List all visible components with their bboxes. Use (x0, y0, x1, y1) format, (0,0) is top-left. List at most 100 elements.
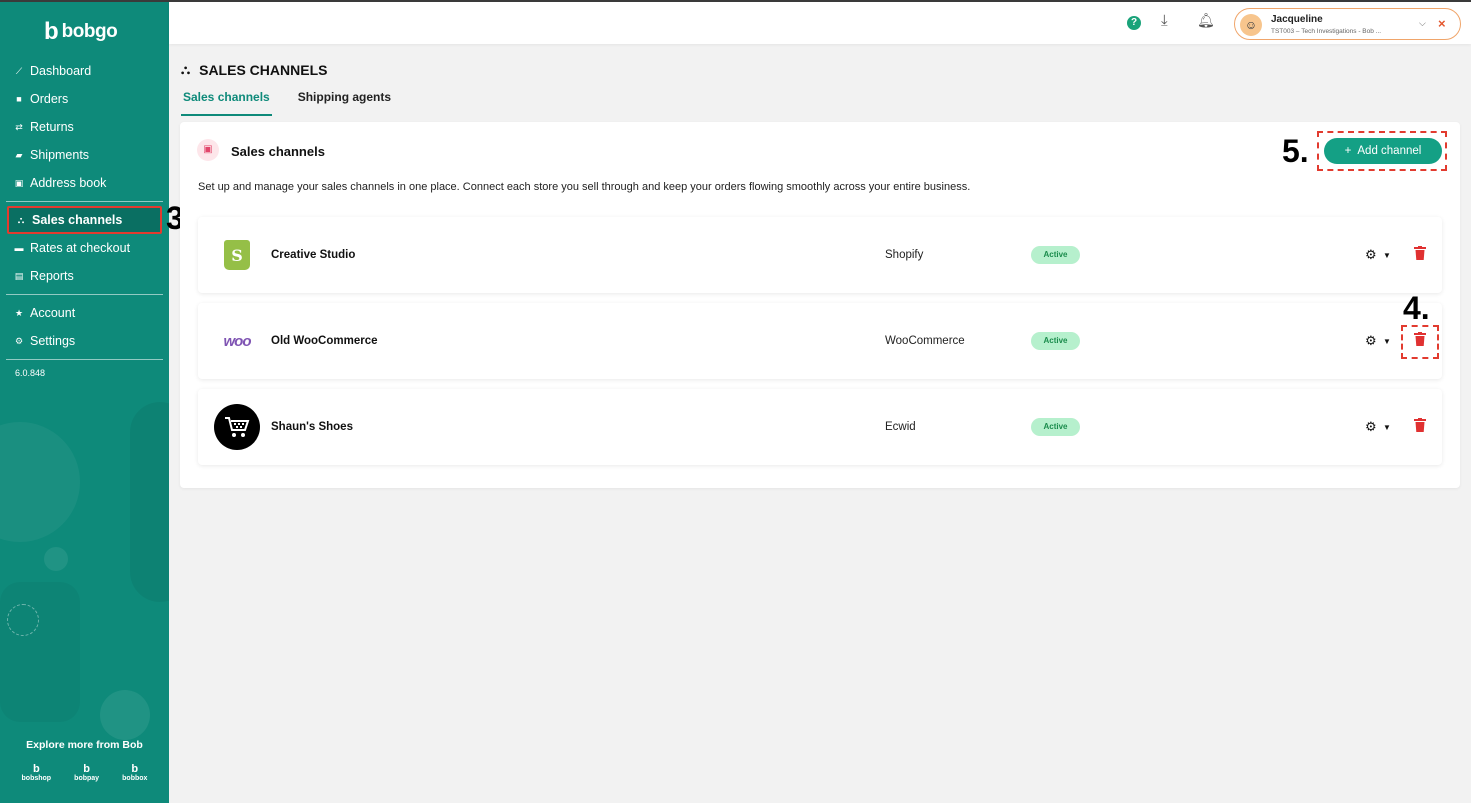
cart-icon: ▬ (14, 243, 24, 253)
channel-row: S Creative Studio Shopify Active ⚙ ▼ (198, 217, 1442, 293)
sidebar-item-label: Shipments (30, 148, 90, 162)
document-icon: ▤ (14, 270, 24, 281)
sales-channels-card: ▣ Sales channels Set up and manage your … (180, 122, 1460, 488)
avatar: ☺ (1240, 14, 1262, 36)
shopify-bag-icon: S (224, 240, 250, 270)
channel-platform: Shopify (885, 249, 924, 261)
channel-name: Shaun's Shoes (271, 421, 353, 433)
add-channel-button[interactable]: + Add channel (1324, 138, 1442, 164)
caret-down-icon[interactable]: ▼ (1383, 423, 1391, 432)
sidebar-item-orders[interactable]: ■ Orders (0, 85, 169, 113)
ecwid-cart-icon (214, 404, 260, 450)
status-badge: Active (1031, 418, 1080, 436)
sidebar-item-label: Address book (30, 176, 107, 190)
sidebar-item-label: Returns (30, 120, 74, 134)
bobgo-logo-mark: b (44, 18, 59, 45)
status-badge: Active (1031, 332, 1080, 350)
trash-icon[interactable] (1414, 418, 1426, 432)
bell-icon[interactable]: 🔔︎ (1197, 12, 1215, 29)
decorative-shape (0, 582, 80, 722)
sitemap-icon: ⛬ (17, 214, 25, 225)
chart-line-icon: ⟋ (15, 65, 23, 76)
sidebar-item-label: Account (30, 306, 76, 320)
sidebar-item-shipments[interactable]: ▰ Shipments (0, 141, 169, 169)
add-channel-label: Add channel (1357, 145, 1422, 157)
chevron-down-icon[interactable]: ⌵ (1419, 18, 1426, 29)
bobshop-link[interactable]: b bobshop (21, 763, 52, 783)
card-title: Sales channels (231, 144, 325, 159)
sidebar-item-label: Reports (30, 269, 74, 283)
ecwid-logo (214, 404, 260, 450)
truck-icon: ▰ (15, 149, 23, 160)
gear-icon[interactable]: ⚙ (1365, 333, 1377, 349)
sidebar-item-sales-channels[interactable]: ⛬ Sales channels (7, 206, 162, 234)
shopify-logo: S (214, 232, 260, 278)
brand-links: b bobshop b bobpay b bobbox (0, 763, 169, 783)
sitemap-icon: ⛬ (181, 62, 191, 77)
caret-down-icon[interactable]: ▼ (1383, 251, 1391, 260)
decorative-circle (100, 690, 150, 740)
sidebar-item-label: Orders (30, 92, 69, 106)
brand-label: bobpay (74, 775, 100, 782)
sidebar-item-rates-at-checkout[interactable]: ▬ Rates at checkout (0, 234, 169, 262)
plus-icon: + (1344, 145, 1352, 157)
sidebar-divider (6, 294, 163, 295)
gear-icon[interactable]: ⚙ (1365, 247, 1377, 263)
channel-platform: Ecwid (885, 421, 916, 433)
decorative-shape (130, 402, 169, 602)
sidebar-divider (6, 201, 163, 202)
sidebar-item-label: Sales channels (32, 213, 123, 227)
bobbox-link[interactable]: b bobbox (122, 764, 148, 783)
user-menu[interactable]: ☺ Jacqueline TST003 – Tech Investigation… (1234, 8, 1461, 40)
annotation-step-5: 5. (1282, 133, 1309, 169)
bobpay-link[interactable]: b bobpay (74, 763, 100, 783)
gear-icon[interactable]: ⚙ (1365, 419, 1377, 435)
sidebar-item-label: Settings (30, 334, 76, 348)
decorative-circle (0, 422, 80, 542)
tab-bar: Sales channels Shipping agents (181, 90, 417, 116)
brand-label: bobbox (122, 775, 148, 782)
status-badge: Active (1031, 246, 1080, 264)
tab-sales-channels[interactable]: Sales channels (181, 90, 272, 116)
bob-logo-mark: b (83, 763, 90, 775)
sidebar-item-dashboard[interactable]: ⟋ Dashboard (0, 57, 169, 85)
user-name: Jacqueline (1271, 14, 1323, 25)
decorative-dashed-circle (7, 604, 39, 636)
store-icon: ▣ (197, 139, 219, 161)
channel-row: Shaun's Shoes Ecwid Active ⚙ ▼ (198, 389, 1442, 465)
user-organisation: TST003 – Tech Investigations - Bob ... (1271, 28, 1382, 35)
app-version: 6.0.848 (15, 368, 46, 378)
sidebar-item-label: Rates at checkout (30, 241, 131, 255)
woo-wordmark: woo (223, 332, 252, 350)
tab-shipping-agents[interactable]: Shipping agents (296, 90, 393, 116)
sidebar-item-label: Dashboard (30, 64, 92, 78)
brand-label: bobshop (21, 775, 52, 782)
caret-down-icon[interactable]: ▼ (1383, 337, 1391, 346)
card-description: Set up and manage your sales channels in… (198, 181, 971, 193)
sidebar-item-address-book[interactable]: ▣ Address book (0, 169, 169, 197)
gear-icon: ⚙ (14, 335, 24, 346)
close-icon[interactable]: × (1438, 16, 1446, 31)
sidebar-item-settings[interactable]: ⚙ Settings (0, 327, 169, 355)
top-bar: ? ⤓ 🔔︎ ☺ Jacqueline TST003 – Tech Invest… (169, 0, 1471, 44)
question-circle-icon[interactable]: ? (1127, 16, 1141, 30)
download-icon[interactable]: ⤓ (1161, 12, 1168, 29)
page-title-text: SALES CHANNELS (199, 62, 328, 78)
sidebar-item-account[interactable]: ★ Account (0, 299, 169, 327)
swap-arrows-icon: ⇄ (15, 121, 23, 132)
decorative-circle (44, 547, 68, 571)
sidebar-item-reports[interactable]: ▤ Reports (0, 262, 169, 290)
bobgo-logo[interactable]: b bobgo (44, 18, 118, 46)
sidebar: b bobgo ⟋ Dashboard ■ Orders ⇄ Returns ▰… (0, 0, 169, 803)
channel-platform: WooCommerce (885, 335, 965, 347)
trash-icon[interactable] (1414, 332, 1426, 346)
channel-name: Creative Studio (271, 249, 356, 261)
sidebar-divider (6, 359, 163, 360)
channel-row: woo Old WooCommerce WooCommerce Active ⚙… (198, 303, 1442, 379)
sidebar-nav: ⟋ Dashboard ■ Orders ⇄ Returns ▰ Shipmen… (0, 57, 169, 378)
explore-more-label: Explore more from Bob (26, 739, 143, 751)
woocommerce-logo: woo (214, 318, 260, 364)
trash-icon[interactable] (1414, 246, 1426, 260)
bob-logo-mark: b (32, 763, 40, 775)
sidebar-item-returns[interactable]: ⇄ Returns (0, 113, 169, 141)
